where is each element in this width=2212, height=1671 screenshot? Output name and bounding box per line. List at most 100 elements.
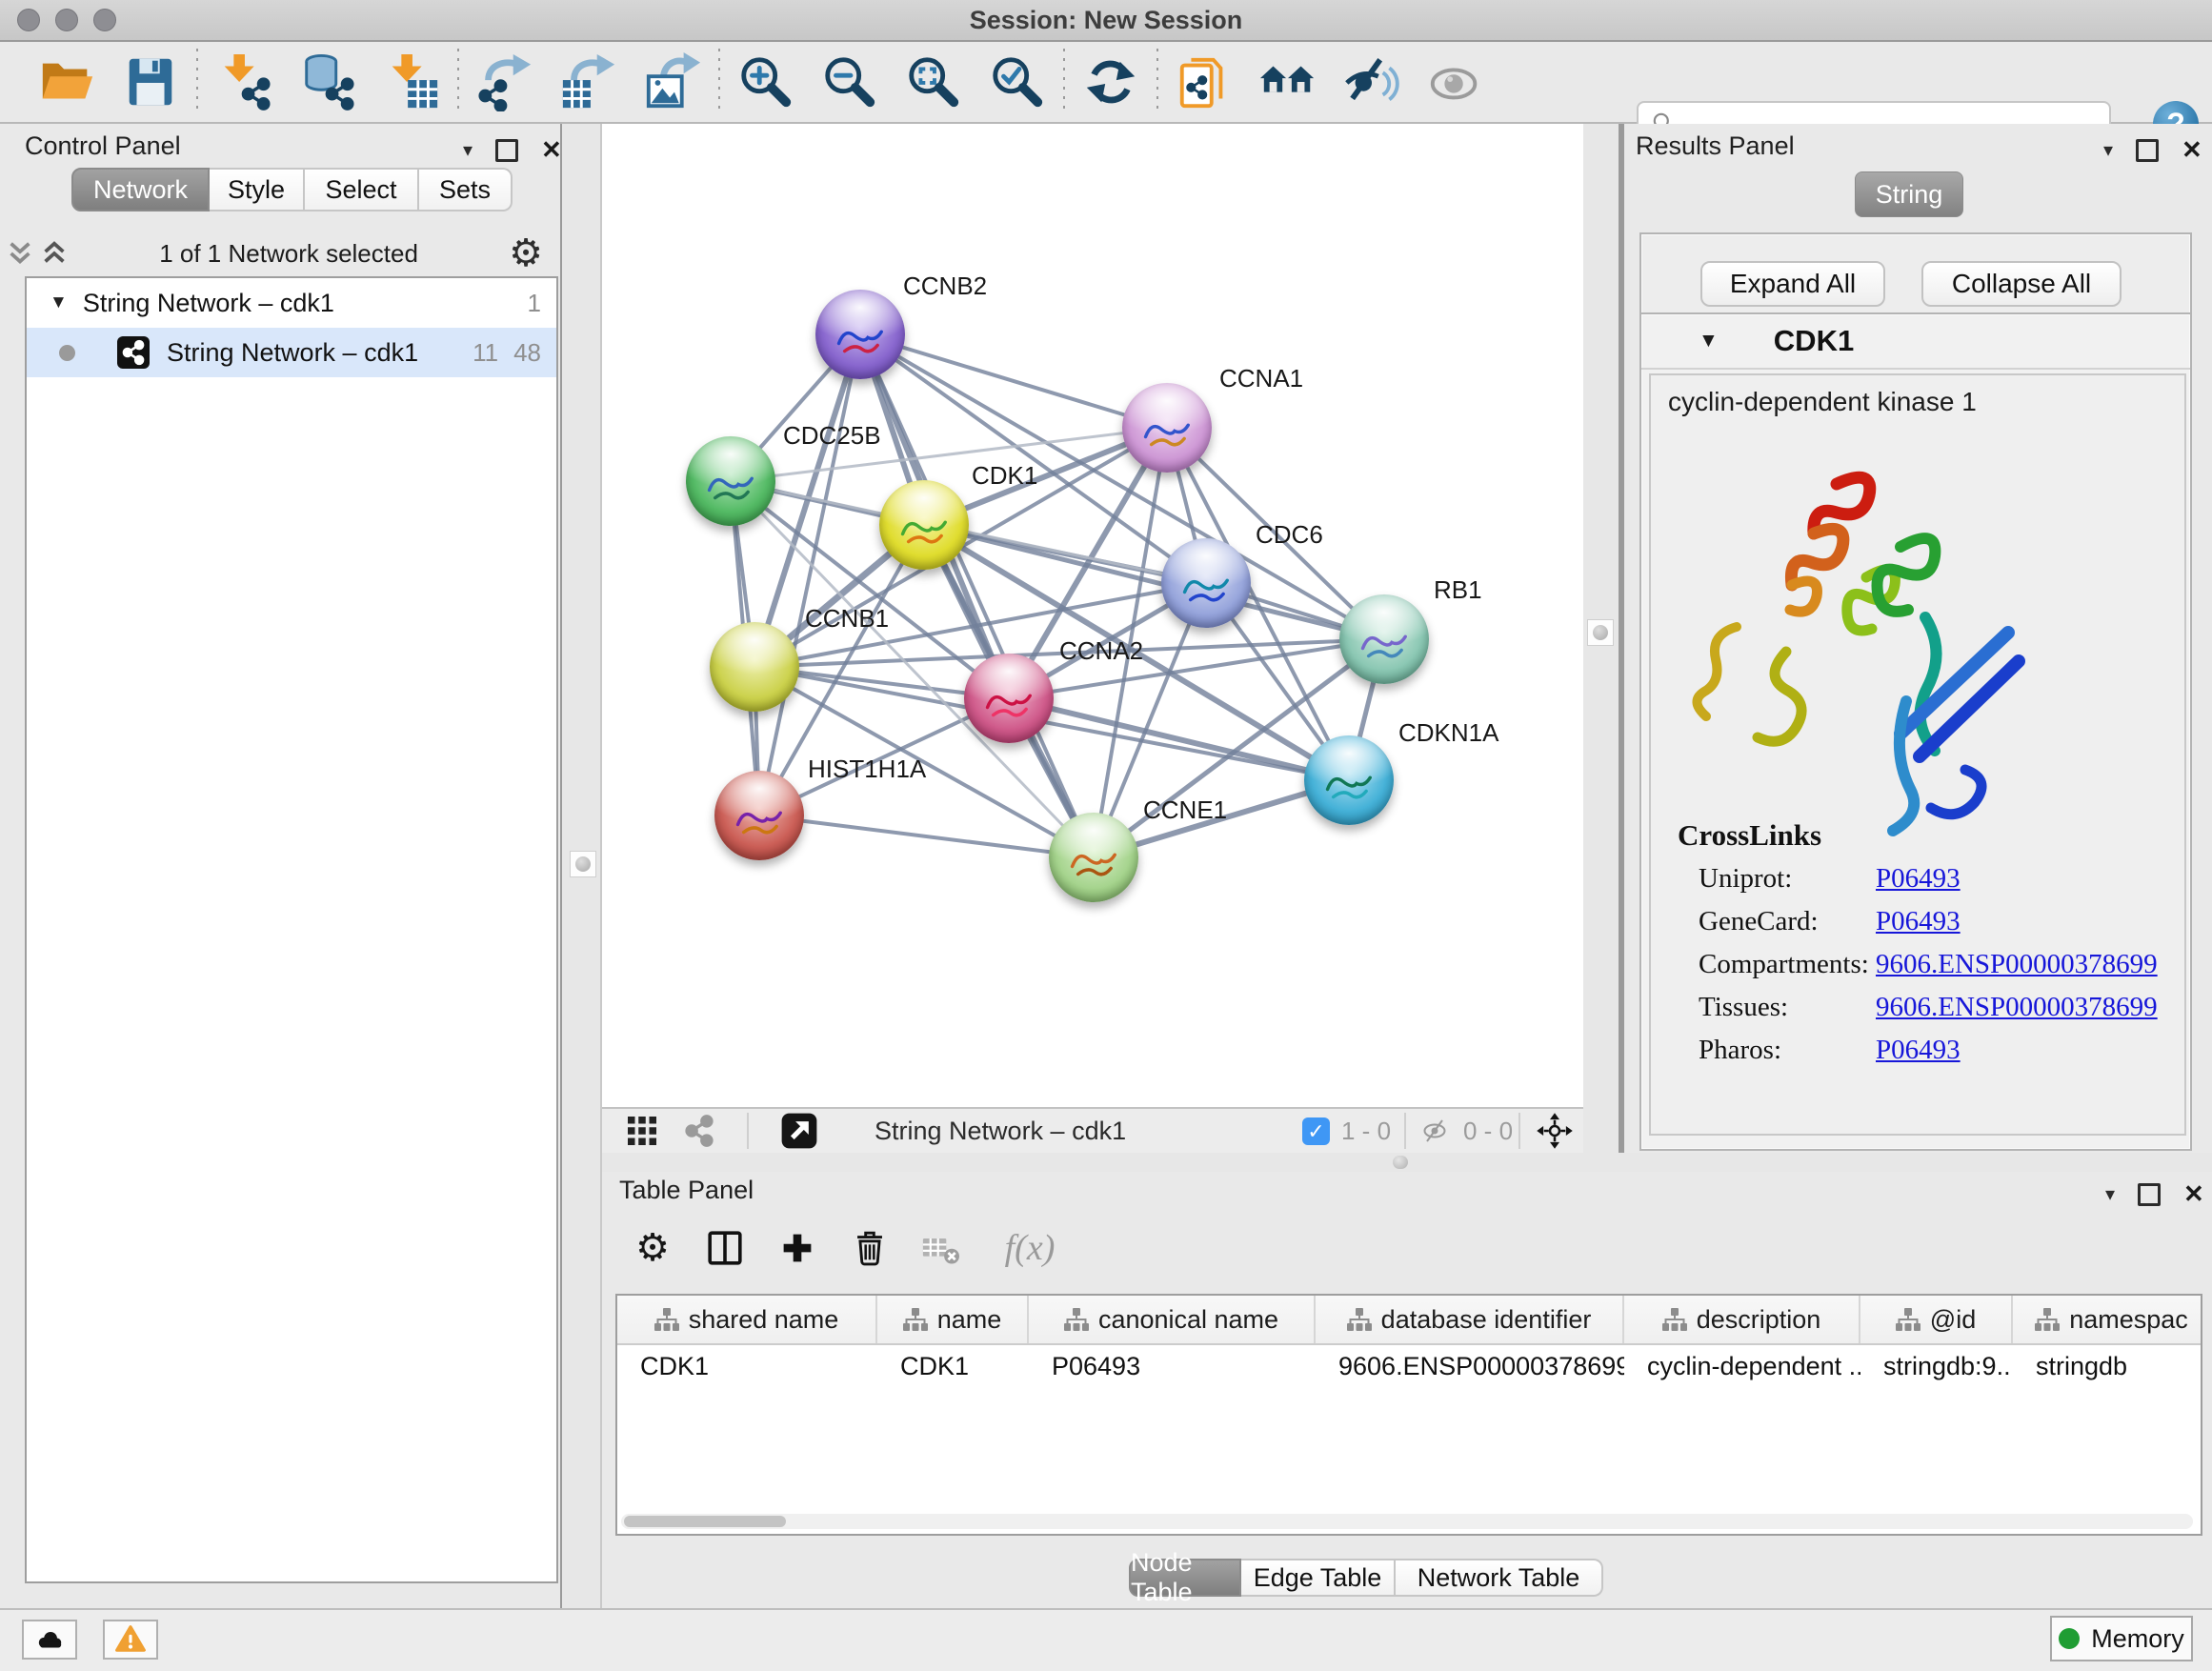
tab-sets[interactable]: Sets [419, 168, 513, 211]
crosslink-link[interactable]: 9606.ENSP00000378699 [1876, 949, 2158, 992]
column-header-database-identifier[interactable]: database identifier [1316, 1296, 1624, 1343]
node-CDKN1A[interactable] [1304, 735, 1394, 825]
show-columns-button[interactable] [697, 1220, 753, 1276]
table-hscrollbar-thumb[interactable] [624, 1516, 786, 1527]
table-hscrollbar[interactable] [621, 1514, 2193, 1529]
zoom-out-button[interactable] [808, 46, 892, 118]
expand-all-icon[interactable] [40, 239, 69, 268]
collapse-all-button[interactable]: Collapse All [1921, 261, 2122, 307]
column-header-description[interactable]: description [1624, 1296, 1860, 1343]
panel-float-icon[interactable] [2138, 1183, 2161, 1206]
panel-close-icon[interactable]: ✕ [2183, 1179, 2204, 1209]
entry-header[interactable]: ▼ CDK1 [1641, 314, 2190, 370]
zoom-in-button[interactable] [724, 46, 808, 118]
panel-menu-icon[interactable]: ▾ [2103, 138, 2113, 162]
network-canvas[interactable]: CCNB2 CCNA1 CDC25B CDK1 CDC6 RB1CCNB1 CC… [602, 124, 1583, 1107]
node-CCNA1[interactable] [1122, 383, 1212, 473]
import-network-database-button[interactable] [286, 46, 370, 118]
panel-float-icon[interactable] [495, 139, 518, 162]
table-cell[interactable]: CDK1 [617, 1345, 877, 1387]
panel-menu-icon[interactable]: ▾ [2105, 1182, 2115, 1206]
crosslink-link[interactable]: P06493 [1876, 863, 1961, 906]
left-splitter[interactable] [560, 124, 602, 1608]
cloud-button[interactable] [22, 1620, 77, 1660]
open-session-button[interactable] [25, 46, 109, 118]
node-CDC25B[interactable] [686, 436, 775, 526]
string-home-button[interactable] [1246, 46, 1330, 118]
expand-all-button[interactable]: Expand All [1700, 261, 1885, 307]
tab-network[interactable]: Network [71, 168, 210, 211]
node-CCNB2[interactable] [815, 290, 905, 379]
share-view-icon[interactable] [680, 1114, 718, 1148]
panel-menu-icon[interactable]: ▾ [463, 138, 473, 162]
show-eye-button[interactable] [1414, 46, 1498, 118]
tab-network-table[interactable]: Network Table [1396, 1559, 1603, 1597]
network-collection-row[interactable]: ▼ String Network – cdk1 1 [27, 278, 556, 328]
delete-table-button[interactable] [915, 1220, 970, 1276]
column-header-name[interactable]: name [877, 1296, 1029, 1343]
tab-style[interactable]: Style [210, 168, 305, 211]
table-settings-button[interactable]: ⚙ [625, 1220, 680, 1276]
zoom-selected-button[interactable] [975, 46, 1059, 118]
column-header-shared-name[interactable]: shared name [617, 1296, 877, 1343]
refresh-button[interactable] [1069, 46, 1153, 118]
tab-string[interactable]: String [1855, 171, 1963, 217]
birdseye-icon[interactable] [779, 1111, 819, 1151]
export-network-button[interactable] [463, 46, 547, 118]
function-builder-button[interactable]: f(x) [987, 1220, 1073, 1276]
edge-HIST1H1A-CCNE1[interactable] [759, 815, 1094, 857]
crosslink-link[interactable]: P06493 [1876, 906, 1961, 949]
right-splitter-handle[interactable] [1587, 619, 1614, 646]
node-CCNA2[interactable] [964, 654, 1054, 743]
node-CCNE1[interactable] [1049, 813, 1138, 902]
table-cell[interactable]: 9606.ENSP00000378699 [1316, 1345, 1624, 1387]
add-column-button[interactable] [770, 1220, 825, 1276]
table-cell[interactable]: stringdb:9... [1860, 1345, 2013, 1387]
crosshair-icon[interactable] [1536, 1112, 1574, 1150]
tab-node-table[interactable]: Node Table [1129, 1559, 1241, 1597]
panel-float-icon[interactable] [2136, 139, 2159, 162]
table-cell[interactable]: stringdb [2013, 1345, 2202, 1387]
edge-CCNB2-HIST1H1A[interactable] [759, 334, 860, 815]
copy-network-button[interactable] [1162, 46, 1246, 118]
panel-close-icon[interactable]: ✕ [2182, 135, 2202, 165]
column-header--id[interactable]: @id [1860, 1296, 2013, 1343]
warnings-button[interactable] [103, 1620, 158, 1660]
tab-select[interactable]: Select [305, 168, 419, 211]
import-network-file-button[interactable] [202, 46, 286, 118]
panel-close-icon[interactable]: ✕ [541, 135, 562, 165]
node-HIST1H1A[interactable] [714, 771, 804, 860]
grid-view-icon[interactable] [621, 1112, 663, 1150]
gear-icon[interactable]: ⚙ [509, 239, 543, 268]
table-cell[interactable]: CDK1 [877, 1345, 1029, 1387]
hide-glasses-button[interactable] [1330, 46, 1414, 118]
delete-column-button[interactable] [842, 1220, 897, 1276]
column-header-canonical-name[interactable]: canonical name [1029, 1296, 1316, 1343]
crosslink-link[interactable]: 9606.ENSP00000378699 [1876, 992, 2158, 1035]
edge-CCNB2-CCNA1[interactable] [860, 334, 1167, 428]
collapse-all-icon[interactable] [6, 239, 34, 268]
bottom-splitter-handle[interactable] [1393, 1156, 1408, 1169]
memory-button[interactable]: Memory [2050, 1616, 2193, 1661]
zoom-fit-button[interactable] [892, 46, 975, 118]
column-header-namespac[interactable]: namespac [2013, 1296, 2202, 1343]
table-cell[interactable]: P06493 [1029, 1345, 1316, 1387]
node-CCNB1[interactable] [710, 622, 799, 712]
export-table-button[interactable] [547, 46, 631, 118]
left-splitter-handle[interactable] [570, 851, 596, 877]
export-image-button[interactable] [631, 46, 714, 118]
import-table-file-button[interactable] [370, 46, 453, 118]
crosslink-link[interactable]: P06493 [1876, 1035, 1961, 1077]
node-CDC6[interactable] [1161, 538, 1251, 628]
tab-edge-table[interactable]: Edge Table [1241, 1559, 1396, 1597]
table-row[interactable]: CDK1CDK1P064939606.ENSP00000378699cyclin… [617, 1345, 2202, 1387]
node-RB1[interactable] [1339, 594, 1429, 684]
node-CDK1[interactable] [879, 480, 969, 570]
table-cell[interactable]: cyclin-dependent ... [1624, 1345, 1860, 1387]
network-row[interactable]: String Network – cdk1 11 48 [27, 328, 556, 377]
save-session-button[interactable] [109, 46, 192, 118]
right-splitter[interactable] [1583, 124, 1621, 1153]
entry-collapse-icon[interactable]: ▼ [1699, 330, 1719, 352]
tree-expand-icon[interactable]: ▼ [50, 292, 68, 313]
selected-checkbox-icon[interactable]: ✓ [1302, 1117, 1330, 1145]
